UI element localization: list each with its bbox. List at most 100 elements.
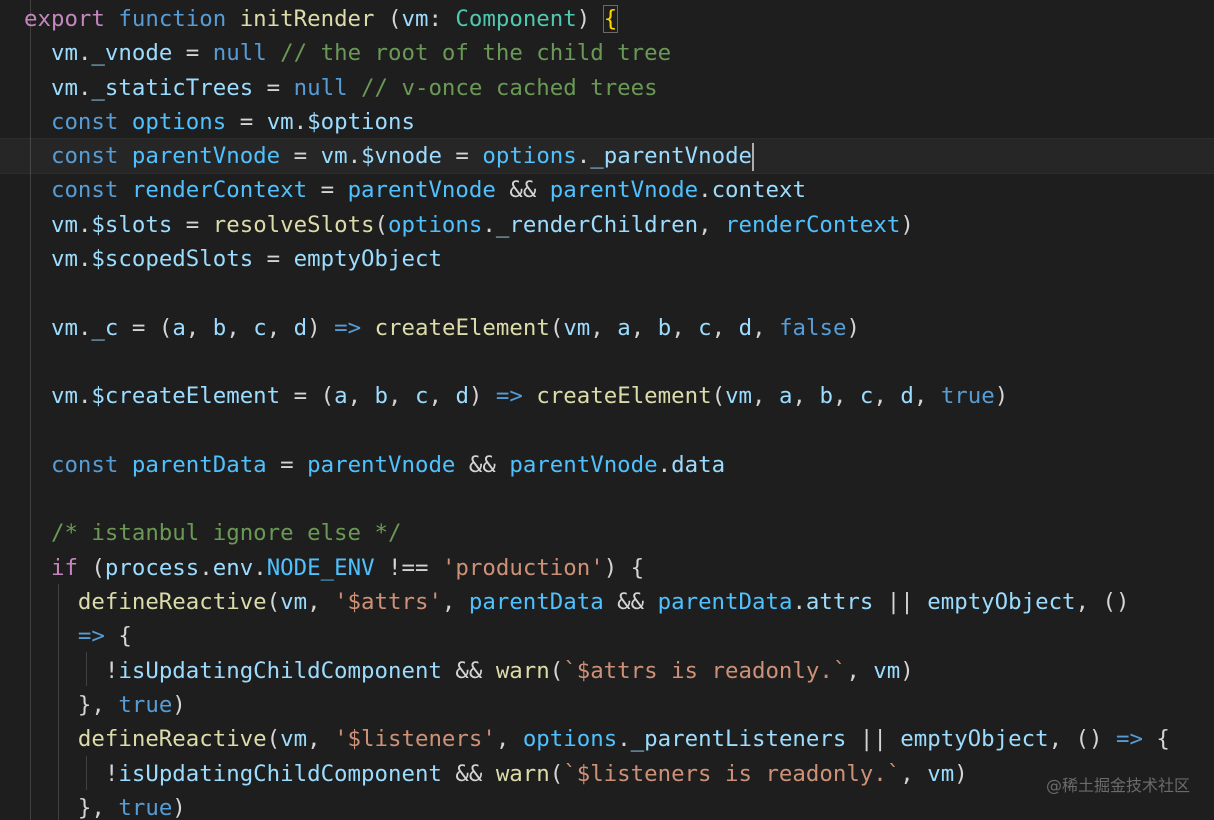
code-token: c <box>253 314 267 341</box>
code-token: { <box>602 5 619 33</box>
code-token: null <box>293 74 348 101</box>
code-token: => <box>495 383 523 410</box>
code-token: attrs <box>805 589 874 616</box>
code-line[interactable]: vm.$slots = resolveSlots(options._render… <box>24 208 1214 242</box>
text-cursor <box>752 142 755 171</box>
code-line[interactable]: export function initRender (vm: Componen… <box>24 2 1214 36</box>
code-token: , <box>913 383 941 410</box>
code-token: = <box>441 143 483 170</box>
code-token: isUpdatingChildComponent <box>118 760 442 787</box>
code-token: c <box>698 314 712 341</box>
code-line[interactable]: !isUpdatingChildComponent && warn(`$attr… <box>24 654 1214 688</box>
code-line[interactable]: vm._vnode = null // the root of the chil… <box>24 36 1214 70</box>
code-token: = <box>280 143 321 170</box>
code-token: if <box>50 554 78 581</box>
code-line[interactable] <box>24 482 1214 516</box>
code-token: . <box>77 74 92 101</box>
code-token: createElement <box>374 314 550 341</box>
code-line[interactable]: defineReactive(vm, '$attrs', parentData … <box>24 585 1214 619</box>
code-line[interactable]: const options = vm.$options <box>24 105 1214 139</box>
code-token: emptyObject <box>927 589 1076 616</box>
code-line[interactable]: defineReactive(vm, '$listeners', options… <box>24 722 1214 756</box>
code-token: . <box>347 143 362 170</box>
code-token: && <box>441 760 496 787</box>
code-token: d <box>293 314 308 341</box>
code-line[interactable] <box>24 414 1214 448</box>
code-line[interactable]: const parentVnode = vm.$vnode = options.… <box>0 138 1214 175</box>
code-token: { <box>104 623 132 650</box>
code-token: || <box>873 589 928 616</box>
code-line[interactable]: !isUpdatingChildComponent && warn(`$list… <box>24 757 1214 791</box>
code-token: ) <box>576 6 604 32</box>
code-line[interactable] <box>24 345 1214 379</box>
code-token: vm <box>280 589 308 616</box>
code-token: function <box>118 6 227 32</box>
code-token: renderContext <box>725 211 901 238</box>
code-token: d <box>900 383 914 410</box>
code-line[interactable]: vm.$scopedSlots = emptyObject <box>24 242 1214 276</box>
code-line[interactable]: }, true) <box>24 688 1214 722</box>
code-token: = <box>307 177 348 204</box>
code-token: , <box>698 211 726 238</box>
watermark: @稀土掘金技术社区 <box>1045 776 1190 795</box>
code-token: parentVnode <box>549 177 699 204</box>
code-line[interactable] <box>24 276 1214 310</box>
code-token: data <box>671 451 726 478</box>
code-token: _renderChildren <box>495 211 699 238</box>
code-token: ( <box>266 589 281 616</box>
code-token: . <box>698 177 712 204</box>
code-token: => <box>77 623 105 650</box>
code-token: true <box>940 383 995 410</box>
code-token: , <box>388 383 415 410</box>
code-token: ( <box>374 211 389 238</box>
code-token: const <box>50 143 119 170</box>
code-line[interactable]: const renderContext = parentVnode && par… <box>24 173 1214 207</box>
code-token: ! <box>104 657 119 684</box>
code-token: const <box>50 177 119 204</box>
code-area[interactable]: export function initRender (vm: Componen… <box>0 2 1214 820</box>
code-token: = <box>266 451 308 478</box>
code-token: , () <box>1075 589 1130 616</box>
code-token: defineReactive <box>77 589 267 616</box>
code-token: ) <box>900 211 914 238</box>
code-token: parentData <box>468 589 604 616</box>
code-line[interactable]: const parentData = parentVnode && parent… <box>24 448 1214 482</box>
code-token: false <box>779 314 847 341</box>
code-token: NODE_ENV <box>266 554 375 581</box>
code-token: const <box>50 451 119 478</box>
code-token: = <box>172 40 213 67</box>
code-token: { <box>1142 726 1170 753</box>
code-line[interactable]: vm.$createElement = (a, b, c, d) => crea… <box>24 379 1214 413</box>
code-line[interactable]: }, true) <box>24 791 1214 820</box>
code-line[interactable]: vm._staticTrees = null // v-once cached … <box>24 71 1214 105</box>
code-line[interactable]: vm._c = (a, b, c, d) => createElement(vm… <box>24 311 1214 345</box>
code-token: , <box>752 383 780 410</box>
code-token: d <box>455 383 469 410</box>
code-token: , <box>428 383 456 410</box>
code-token: , <box>671 314 699 341</box>
code-token: /* istanbul ignore else */ <box>50 520 402 547</box>
code-line[interactable]: if (process.env.NODE_ENV !== 'production… <box>24 551 1214 585</box>
code-token: vm <box>927 760 955 787</box>
code-token: , <box>590 314 618 341</box>
code-token: b <box>657 314 672 341</box>
code-token: $scopedSlots <box>91 246 254 273</box>
code-token: $createElement <box>91 383 281 410</box>
code-editor[interactable]: export function initRender (vm: Componen… <box>0 0 1214 820</box>
code-token: warn <box>495 657 550 684</box>
code-token: , <box>900 760 928 787</box>
code-token: , <box>711 314 739 341</box>
code-token: ) { <box>603 554 645 581</box>
code-line[interactable]: /* istanbul ignore else */ <box>24 516 1214 550</box>
code-token: a <box>172 314 186 341</box>
code-line[interactable]: => { <box>24 619 1214 653</box>
